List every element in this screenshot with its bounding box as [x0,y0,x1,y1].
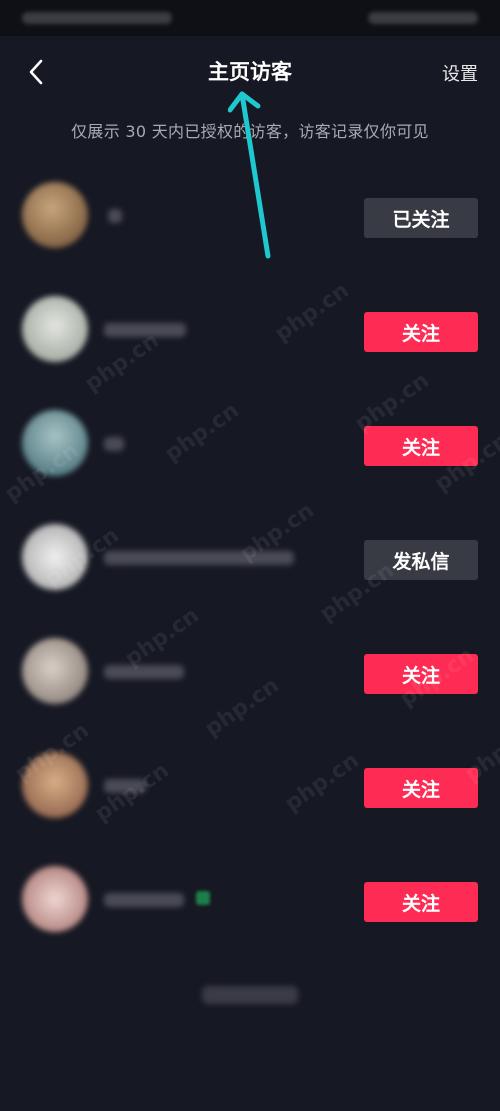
list-item[interactable]: 关注 [0,616,500,730]
list-item[interactable]: 关注 [0,730,500,844]
avatar[interactable] [22,524,88,590]
nav-bar: 主页访客 设置 [0,44,500,104]
status-bar-left-info [22,12,172,24]
list-item[interactable]: 关注 [0,844,500,958]
list-footer [0,986,500,1004]
follow-button[interactable]: 关注 [364,312,478,352]
visitor-name-blurred [104,893,184,907]
list-item[interactable]: 已关注 [0,160,500,274]
visitor-name-blurred [104,323,186,337]
avatar[interactable] [22,296,88,362]
verified-badge-icon [196,891,210,905]
visitor-name-blurred [104,779,146,793]
footer-text-blurred [202,986,298,1004]
page-title: 主页访客 [208,60,292,84]
list-item[interactable]: 关注 [0,274,500,388]
follow-button[interactable]: 关注 [364,882,478,922]
follow-button[interactable]: 关注 [364,426,478,466]
avatar[interactable] [22,866,88,932]
avatar[interactable] [22,410,88,476]
privacy-notice: 仅展示 30 天内已授权的访客，访客记录仅你可见 [71,122,429,141]
followed-button[interactable]: 已关注 [364,198,478,238]
settings-button[interactable]: 设置 [442,60,478,86]
status-bar-right-info [368,12,478,24]
visitor-name-blurred [104,551,294,565]
send-message-button[interactable]: 发私信 [364,540,478,580]
status-bar [0,0,500,36]
list-item[interactable]: 发私信 [0,502,500,616]
follow-button[interactable]: 关注 [364,654,478,694]
follow-button[interactable]: 关注 [364,768,478,808]
visitor-name-blurred [108,209,122,223]
list-item[interactable]: 关注 [0,388,500,502]
avatar[interactable] [22,638,88,704]
avatar[interactable] [22,182,88,248]
visitor-name-blurred [104,665,184,679]
visitor-name-blurred [104,437,124,451]
avatar[interactable] [22,752,88,818]
